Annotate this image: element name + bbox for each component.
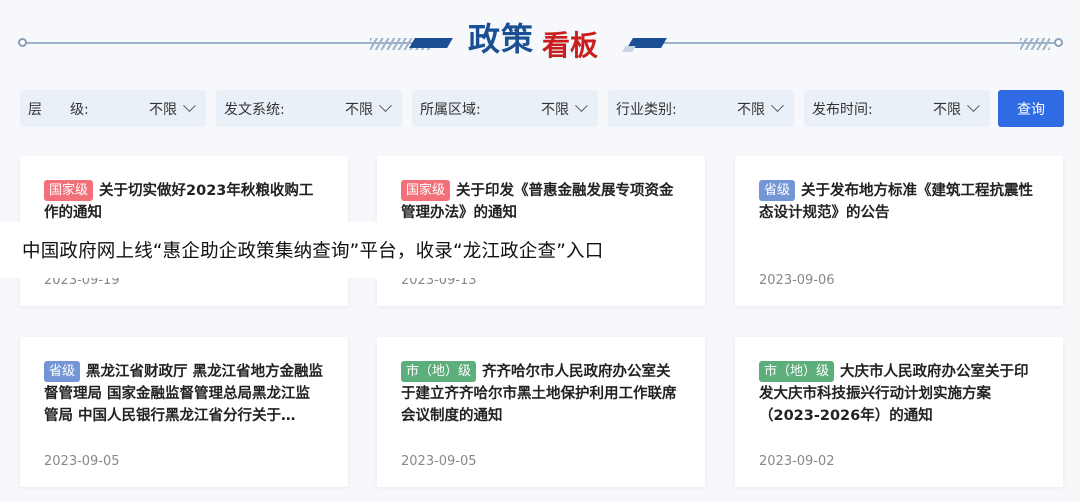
chevron-down-icon	[575, 99, 588, 113]
header-dot-right	[1054, 38, 1063, 47]
filter-bar: 层 级: 不限 发文系统: 不限 所属区域: 不限 行业类别: 不限 发布时间:…	[20, 90, 990, 127]
card-date: 2023-09-02	[759, 454, 835, 469]
policy-card[interactable]: 省级 关于发布地方标准《建筑工程抗震性态设计规范》的公告 2023-09-06	[735, 156, 1063, 306]
policy-card[interactable]: 省级 黑龙江省财政厅 黑龙江省地方金融监督管理局 国家金融监督管理总局黑龙江监管局…	[20, 337, 348, 487]
chevron-down-icon	[967, 99, 980, 113]
news-headline-overlay[interactable]: 中国政府网上线“惠企助企政策集纳查询”平台，收录“龙江政企查”入口	[0, 222, 700, 278]
policy-card[interactable]: 市（地）级 大庆市人民政府办公室关于印发大庆市科技振兴行动计划实施方案（2023-…	[735, 337, 1063, 487]
level-tag: 市（地）级	[401, 361, 477, 382]
filter-value: 不限	[737, 101, 765, 118]
filter-level[interactable]: 层 级: 不限	[20, 90, 206, 127]
filter-label: 发文系统:	[224, 101, 285, 118]
header-stripes-right	[1020, 38, 1050, 50]
card-date: 2023-09-06	[759, 273, 835, 288]
filter-value: 不限	[541, 101, 569, 118]
card-title: 黑龙江省财政厅 黑龙江省地方金融监督管理局 国家金融监督管理总局黑龙江监管局 中…	[44, 364, 324, 424]
card-title-wrap: 国家级 关于印发《普惠金融发展专项资金管理办法》的通知	[401, 180, 681, 224]
filter-industry[interactable]: 行业类别: 不限	[608, 90, 794, 127]
chevron-down-icon	[379, 99, 392, 113]
card-title-wrap: 国家级 关于切实做好2023年秋粮收购工作的通知	[44, 180, 324, 224]
header-line-right	[660, 42, 1054, 44]
card-title-wrap: 省级 关于发布地方标准《建筑工程抗震性态设计规范》的公告	[759, 180, 1039, 224]
level-tag: 省级	[44, 361, 81, 382]
card-title-wrap: 省级 黑龙江省财政厅 黑龙江省地方金融监督管理局 国家金融监督管理总局黑龙江监管局…	[44, 361, 324, 427]
filter-publish-time[interactable]: 发布时间: 不限	[804, 90, 990, 127]
chevron-down-icon	[183, 99, 196, 113]
filter-label: 行业类别:	[616, 101, 677, 118]
card-title-wrap: 市（地）级 大庆市人民政府办公室关于印发大庆市科技振兴行动计划实施方案（2023-…	[759, 361, 1039, 427]
filter-label: 所属区域:	[420, 101, 481, 118]
filter-value: 不限	[149, 101, 177, 118]
header-banner: 政策 看板	[0, 0, 1080, 70]
level-tag: 省级	[759, 180, 796, 201]
level-tag: 国家级	[401, 180, 451, 201]
level-tag: 市（地）级	[759, 361, 835, 382]
filter-label: 层 级:	[28, 101, 89, 118]
policy-card[interactable]: 市（地）级 齐齐哈尔市人民政府办公室关于建立齐齐哈尔市黑土地保护利用工作联席会议制…	[377, 337, 705, 487]
card-date: 2023-09-05	[44, 454, 120, 469]
news-headline-text: 中国政府网上线“惠企助企政策集纳查询”平台，收录“龙江政企查”入口	[22, 241, 604, 262]
card-title-wrap: 市（地）级 齐齐哈尔市人民政府办公室关于建立齐齐哈尔市黑土地保护利用工作联席会议制…	[401, 361, 681, 427]
filter-value: 不限	[345, 101, 373, 118]
query-button[interactable]: 查询	[998, 90, 1064, 127]
page-title-part1: 政策	[468, 20, 535, 58]
level-tag: 国家级	[44, 180, 94, 201]
filter-region[interactable]: 所属区域: 不限	[412, 90, 598, 127]
header-slash-left	[409, 38, 453, 48]
filter-value: 不限	[933, 101, 961, 118]
header-slash-accent	[622, 46, 636, 52]
page-title-part2: 看板	[542, 29, 599, 62]
header-line-left	[26, 42, 426, 44]
filter-label: 发布时间:	[812, 101, 873, 118]
card-date: 2023-09-05	[401, 454, 477, 469]
chevron-down-icon	[771, 99, 784, 113]
header-dot-left	[18, 38, 27, 47]
card-title: 关于发布地方标准《建筑工程抗震性态设计规范》的公告	[759, 183, 1034, 221]
filter-issuing-system[interactable]: 发文系统: 不限	[216, 90, 402, 127]
